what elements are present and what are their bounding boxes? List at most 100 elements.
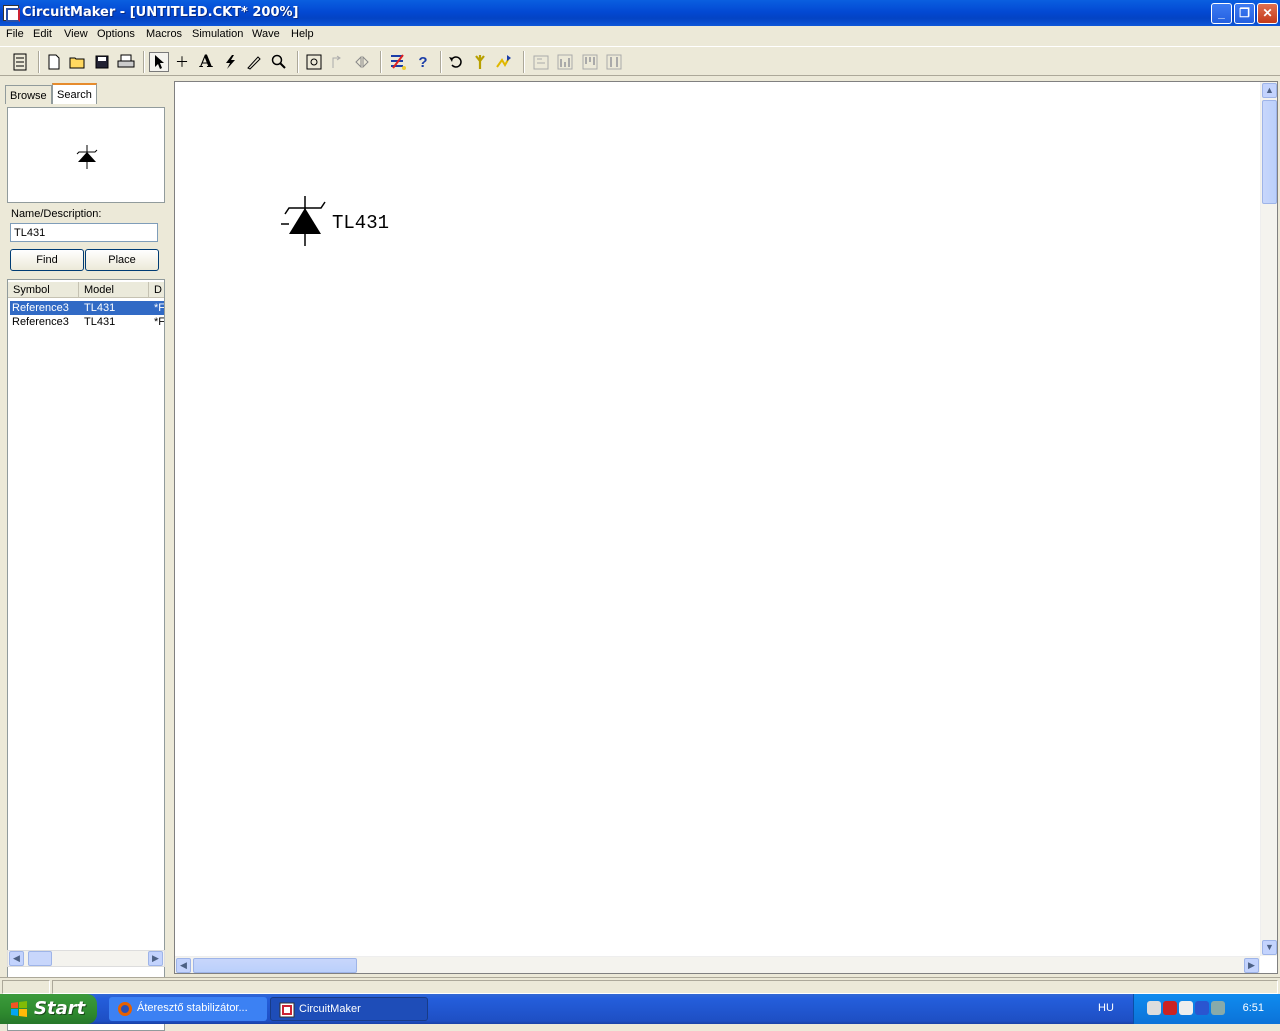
schematic-window: TL431 ▲ ▼ ◀ ▶ — [174, 81, 1278, 974]
align-bottom-icon[interactable] — [555, 52, 575, 72]
result-symbol: Reference3 — [12, 316, 69, 328]
simulation-icon[interactable] — [388, 52, 408, 72]
result-description: *F — [154, 316, 164, 328]
column-header-model[interactable]: Model — [79, 282, 149, 298]
symbol-preview — [7, 107, 165, 203]
result-description: *F — [154, 302, 164, 314]
fit-view-icon[interactable] — [304, 52, 324, 72]
bluetooth-icon[interactable] — [1195, 1001, 1209, 1015]
scroll-right-icon[interactable]: ▶ — [148, 951, 163, 966]
scroll-left-icon[interactable]: ◀ — [176, 958, 191, 973]
arrow-tool-icon[interactable] — [149, 52, 169, 72]
windows-flag-icon — [11, 1001, 27, 1017]
circuitmaker-app-icon[interactable] — [3, 5, 20, 22]
tab-browse[interactable]: Browse — [5, 85, 52, 104]
list-item[interactable]: Reference3 TL431 *F — [10, 301, 164, 315]
canvas-vertical-scrollbar[interactable]: ▲ ▼ — [1260, 82, 1277, 956]
toolbar: ＋ A ? — [0, 46, 1280, 76]
print-icon[interactable] — [116, 52, 136, 72]
align-left-icon[interactable] — [531, 52, 551, 72]
status-pane — [2, 980, 50, 994]
network-icon[interactable] — [1147, 1001, 1161, 1015]
schematic-canvas[interactable]: TL431 — [175, 82, 1260, 956]
minimize-button[interactable]: _ — [1211, 3, 1232, 24]
scroll-up-icon[interactable]: ▲ — [1262, 83, 1277, 98]
vertical-scroll-thumb[interactable] — [1262, 100, 1277, 204]
scroll-down-icon[interactable]: ▼ — [1262, 940, 1277, 955]
results-horizontal-scrollbar[interactable]: ◀ ▶ — [7, 950, 165, 967]
wire-tool-icon[interactable]: ＋ — [172, 52, 192, 72]
help-icon[interactable]: ? — [413, 52, 433, 72]
canvas-horizontal-scrollbar[interactable]: ◀ ▶ — [175, 956, 1260, 973]
column-header-symbol[interactable]: Symbol — [8, 282, 79, 298]
save-icon[interactable] — [92, 52, 112, 72]
system-tray: 6:51 — [1133, 994, 1280, 1024]
text-tool-icon[interactable]: A — [196, 52, 216, 72]
menu-edit[interactable]: Edit — [33, 28, 52, 40]
name-description-label: Name/Description: — [11, 208, 102, 220]
start-button[interactable]: Start — [0, 994, 97, 1024]
menu-file[interactable]: File — [6, 28, 24, 40]
tab-search[interactable]: Search — [52, 83, 97, 104]
rotate-icon[interactable] — [328, 52, 348, 72]
list-item[interactable]: Reference3 TL431 *F — [10, 315, 164, 329]
open-folder-icon[interactable] — [68, 52, 88, 72]
clock[interactable]: 6:51 — [1243, 1002, 1264, 1014]
search-results-list: Symbol Model D Reference3 TL431 *F Refer… — [7, 279, 165, 1031]
find-button[interactable]: Find — [10, 249, 84, 271]
result-symbol: Reference3 — [12, 302, 69, 314]
circuitmaker-icon — [279, 1002, 295, 1018]
result-model: TL431 — [84, 316, 116, 328]
step-icon[interactable] — [494, 52, 514, 72]
horizontal-scroll-thumb[interactable] — [193, 958, 357, 973]
start-label: Start — [34, 998, 86, 1019]
scroll-thumb[interactable] — [28, 951, 52, 966]
menu-simulation[interactable]: Simulation — [192, 28, 243, 40]
menu-options[interactable]: Options — [97, 28, 135, 40]
taskbar-item-label: CircuitMaker — [299, 1003, 361, 1015]
status-pane — [52, 980, 1278, 994]
menu-macros[interactable]: Macros — [146, 28, 182, 40]
menu-view[interactable]: View — [64, 28, 88, 40]
close-button[interactable]: ✕ — [1257, 3, 1278, 24]
status-bar — [0, 977, 1280, 995]
component-label[interactable]: TL431 — [332, 212, 389, 234]
probe-yellow-icon[interactable] — [470, 52, 490, 72]
toolbar-separator — [380, 51, 382, 73]
toolbar-separator — [38, 51, 40, 73]
restore-button[interactable]: ❐ — [1234, 3, 1255, 24]
scroll-right-icon[interactable]: ▶ — [1244, 958, 1259, 973]
toolbar-separator — [297, 51, 299, 73]
tl431-zener-symbol[interactable] — [281, 196, 329, 248]
reset-icon[interactable] — [446, 52, 466, 72]
align-top-icon[interactable] — [580, 52, 600, 72]
place-button[interactable]: Place — [85, 249, 159, 271]
toolbar-separator — [523, 51, 525, 73]
mirror-icon[interactable] — [352, 52, 372, 72]
name-description-input[interactable] — [10, 223, 158, 242]
library-panel: Browse Search Name/Description: Find Pla… — [0, 80, 170, 1031]
taskbar-item-circuitmaker[interactable]: CircuitMaker — [270, 997, 428, 1021]
toolbar-separator — [440, 51, 442, 73]
toolbar-separator — [143, 51, 145, 73]
security-icon[interactable] — [1211, 1001, 1225, 1015]
firefox-icon — [118, 1002, 132, 1016]
volume-icon[interactable] — [1179, 1001, 1193, 1015]
menu-bar: File Edit View Options Macros Simulation… — [0, 26, 1280, 44]
menu-help[interactable]: Help — [291, 28, 314, 40]
scroll-left-icon[interactable]: ◀ — [9, 951, 24, 966]
window-title: CircuitMaker - [UNTITLED.CKT* 200%] — [22, 5, 299, 20]
new-file-icon[interactable] — [44, 52, 64, 72]
zoom-icon[interactable] — [269, 52, 289, 72]
menu-wave[interactable]: Wave — [252, 28, 280, 40]
toggle-panel-icon[interactable] — [10, 52, 30, 72]
distribute-icon[interactable] — [604, 52, 624, 72]
language-indicator[interactable]: HU — [1098, 1002, 1114, 1014]
probe-tool-icon[interactable] — [220, 52, 240, 72]
result-model: TL431 — [84, 302, 116, 314]
antivirus-icon[interactable] — [1163, 1001, 1177, 1015]
column-header-description[interactable]: D — [149, 282, 164, 298]
taskbar-item-firefox[interactable]: Áteresztő stabilizátor... — [109, 997, 267, 1021]
title-bar: CircuitMaker - [UNTITLED.CKT* 200%] _ ❐ … — [0, 0, 1280, 26]
pencil-tool-icon[interactable] — [244, 52, 264, 72]
